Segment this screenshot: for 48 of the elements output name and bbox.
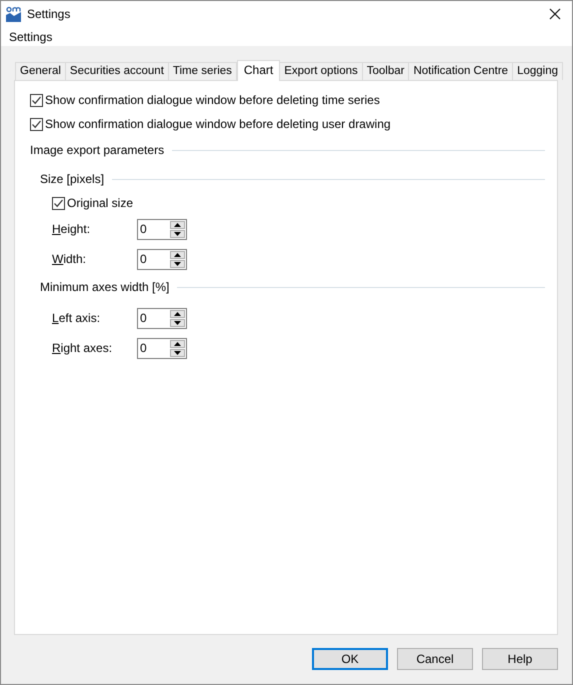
number-spinner[interactable]: 0 xyxy=(137,218,187,240)
up-triangle-icon xyxy=(174,252,181,256)
spin-up-button[interactable] xyxy=(170,220,185,228)
field-label: Width: xyxy=(52,251,88,268)
down-triangle-icon xyxy=(174,232,181,236)
group-title: Minimum axes width [%] xyxy=(40,279,170,296)
tab[interactable]: Logging xyxy=(512,62,564,80)
down-triangle-icon xyxy=(174,350,181,354)
number-value: 0 xyxy=(139,250,148,268)
spin-down-button[interactable] xyxy=(170,318,185,326)
number-value: 0 xyxy=(139,340,148,356)
number-spinner[interactable]: 0 xyxy=(137,308,187,328)
down-triangle-icon xyxy=(174,320,181,324)
spin-up-button[interactable] xyxy=(170,250,185,258)
checkbox[interactable] xyxy=(52,196,65,210)
number-value: 0 xyxy=(139,220,148,238)
checkbox-label: Show confirmation dialogue window before deleting time series xyxy=(45,92,380,109)
tab[interactable]: General xyxy=(15,62,66,80)
checkbox-label: Original size xyxy=(67,195,134,212)
up-triangle-icon xyxy=(174,222,181,226)
tab[interactable]: Chart xyxy=(236,60,280,81)
spin-down-button[interactable] xyxy=(170,260,185,268)
number-value: 0 xyxy=(139,310,148,326)
spin-up-button[interactable] xyxy=(170,310,185,318)
dialog-heading: Settings xyxy=(9,28,52,46)
field-label: Right axes: xyxy=(52,340,114,357)
field-label: Height: xyxy=(52,221,92,238)
field-label: Left axis: xyxy=(52,310,102,327)
number-spinner[interactable]: 0 xyxy=(137,338,187,358)
checkbox-label: Show confirmation dialogue window before deleting user drawing xyxy=(45,116,391,133)
number-spinner[interactable]: 0 xyxy=(137,248,187,270)
window-title: Settings xyxy=(27,6,70,23)
tab[interactable]: Time series xyxy=(168,62,237,80)
close-icon xyxy=(549,8,561,20)
group-title: Size [pixels] xyxy=(40,171,104,188)
checkbox[interactable] xyxy=(30,118,43,130)
down-triangle-icon xyxy=(174,262,181,266)
dialog-button[interactable]: OK xyxy=(312,648,388,670)
up-triangle-icon xyxy=(174,342,181,346)
spin-down-button[interactable] xyxy=(170,348,185,356)
dialog-button[interactable]: Help xyxy=(482,648,558,670)
up-triangle-icon xyxy=(174,312,181,316)
dialog-button[interactable]: Cancel xyxy=(397,648,473,670)
checkbox[interactable] xyxy=(30,94,43,106)
group-title: Image export parameters xyxy=(30,142,164,159)
spin-up-button[interactable] xyxy=(170,340,185,348)
spin-down-button[interactable] xyxy=(170,230,185,238)
app-logo-icon xyxy=(5,6,22,22)
